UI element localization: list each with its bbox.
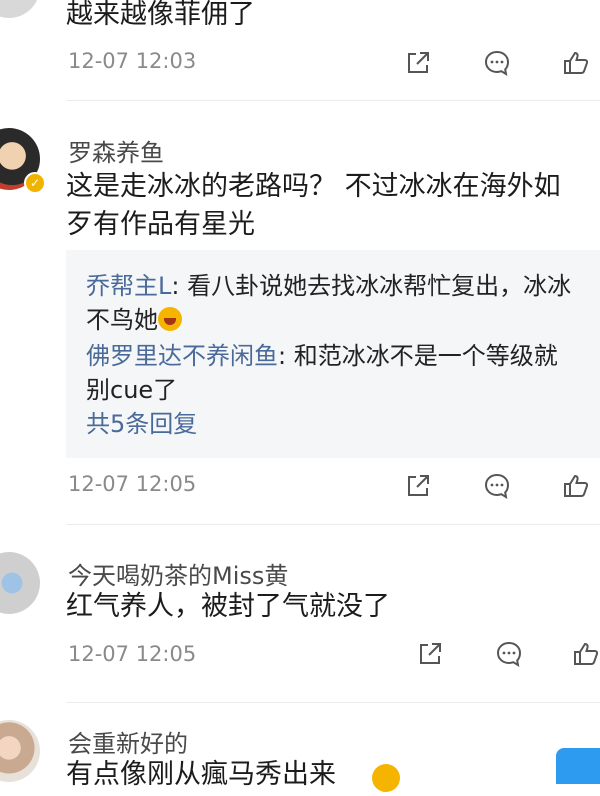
reply-line: 乔帮主L: 看八卦说她去找冰冰帮忙复出，冰冰 [86,268,571,304]
verified-badge-icon: ✓ [24,172,46,194]
comment-icon[interactable] [483,49,511,77]
comment-text: 越来越像菲佣了 [66,0,255,30]
reply-text: 别cue了 [86,376,178,404]
floating-action-icon[interactable] [556,748,600,784]
like-icon[interactable] [562,472,590,500]
avatar[interactable] [0,0,40,18]
laughing-emoji-icon [158,307,182,331]
reply-line: 不鸟她 [86,302,182,338]
comment-timestamp: 12-07 12:03 [68,49,197,73]
emoji-icon [372,764,400,792]
more-replies-link[interactable]: 共5条回复 [86,406,197,442]
reply-text: : 和范冰冰不是一个等级就 [278,342,558,370]
comment-timestamp: 12-07 12:05 [68,642,197,666]
reply-username[interactable]: 乔帮主L [86,272,171,300]
avatar[interactable] [0,720,40,782]
comment-text: 这是走冰冰的老路吗？ 不过冰冰在海外如 [66,171,561,202]
avatar[interactable] [0,552,40,614]
reply-line: 别cue了 [86,372,177,408]
like-icon[interactable] [572,640,600,668]
reply-line: 佛罗里达不养闲鱼: 和范冰冰不是一个等级就 [86,338,558,374]
share-icon[interactable] [416,640,444,668]
comment-item-3: 今天喝奶茶的Miss黄 红气养人，被封了气就没了 12-07 12:05 [0,524,600,704]
reply-text: 不鸟她 [86,306,158,334]
comment-item-2: ✓ 罗森养鱼 这是走冰冰的老路吗？ 不过冰冰在海外如 歹有作品有星光 乔帮主L:… [0,100,600,520]
comment-item-4: 会重新好的 有点像刚从瘋马秀出来 [0,702,600,792]
comment-text: 有点像刚从瘋马秀出来 [66,759,336,790]
comment-username[interactable]: 罗森养鱼 [68,133,164,168]
reply-preview-box[interactable]: 乔帮主L: 看八卦说她去找冰冰帮忙复出，冰冰 不鸟她 佛罗里达不养闲鱼: 和范冰… [66,250,600,458]
comment-text: 红气养人，被封了气就没了 [66,591,390,622]
comment-icon[interactable] [483,472,511,500]
reply-text: : 看八卦说她去找冰冰帮忙复出，冰冰 [171,272,572,300]
share-icon[interactable] [404,49,432,77]
comment-text: 歹有作品有星光 [66,209,255,240]
share-icon[interactable] [404,472,432,500]
comment-timestamp: 12-07 12:05 [68,472,197,496]
like-icon[interactable] [562,49,590,77]
comment-icon[interactable] [495,640,523,668]
comment-item-1: 越来越像菲佣了 12-07 12:03 [0,0,600,100]
reply-username[interactable]: 佛罗里达不养闲鱼 [86,342,278,370]
